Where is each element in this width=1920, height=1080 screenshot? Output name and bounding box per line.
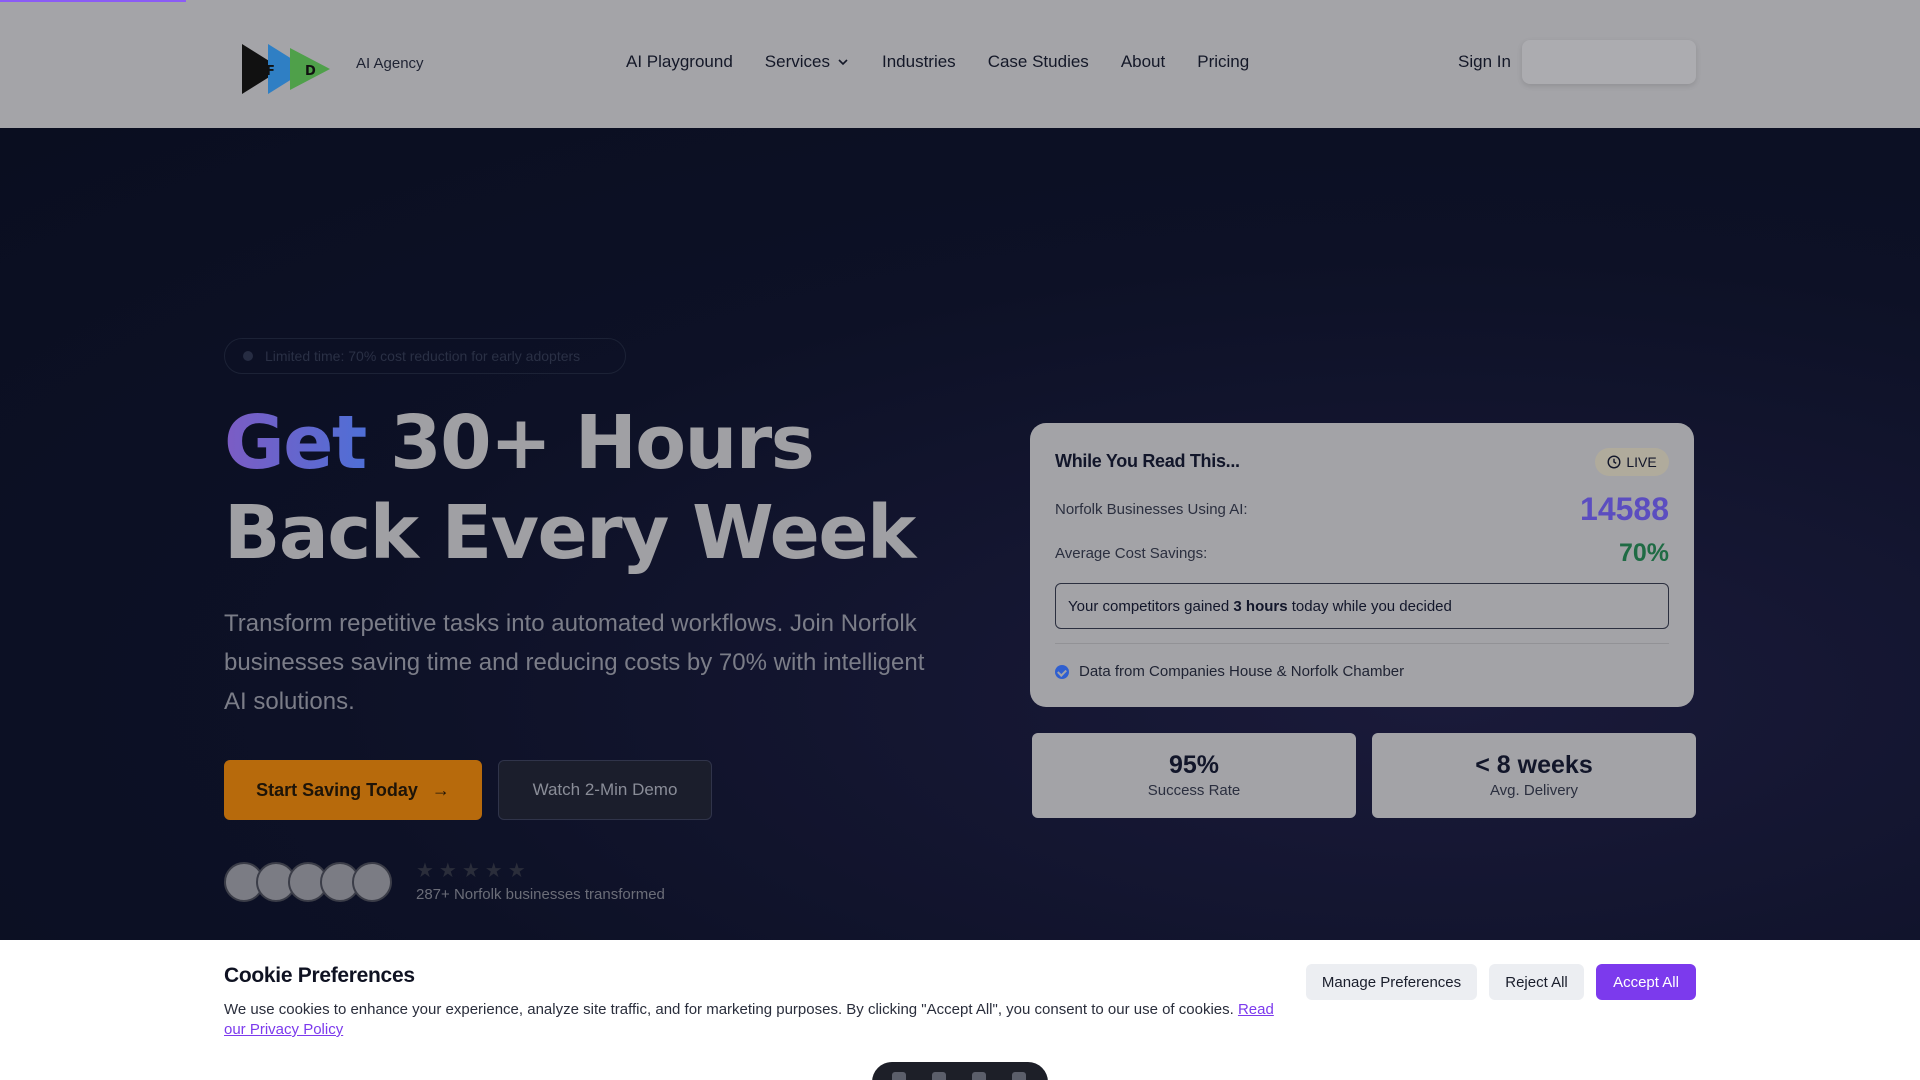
start-saving-label: Start Saving Today	[256, 779, 418, 800]
logo[interactable]: F D	[238, 42, 332, 96]
competitor-hours: 3 hours	[1233, 597, 1288, 615]
divider	[1055, 643, 1669, 644]
nav-label: Industries	[881, 52, 956, 71]
live-badge: LIVE	[1595, 448, 1669, 476]
manage-preferences-button[interactable]: Manage Preferences	[1306, 964, 1477, 1000]
nav-about[interactable]: About	[1121, 52, 1165, 72]
metric-label: Norfolk Businesses Using AI:	[1055, 501, 1248, 518]
logo-tagline: AI Agency	[356, 55, 424, 72]
start-saving-button[interactable]: Start Saving Today →	[224, 760, 482, 820]
hero-headline: Get 30+ Hours Back Every Week	[224, 398, 984, 578]
stat-label: Success Rate	[1147, 782, 1241, 799]
floating-toolbar[interactable]	[872, 1062, 1048, 1080]
stat-value: < 8 weeks	[1475, 751, 1593, 779]
toolbar-tool-icon[interactable]	[972, 1072, 986, 1080]
header-cta-button[interactable]	[1522, 40, 1696, 84]
headline-accent: Get	[224, 400, 367, 486]
nav-label: AI Playground	[626, 52, 733, 71]
cookie-title: Cookie Preferences	[224, 964, 415, 987]
toolbar-tool-icon[interactable]	[892, 1072, 906, 1080]
live-badge-label: LIVE	[1626, 454, 1657, 470]
avatar	[352, 862, 392, 902]
cookie-text: We use cookies to enhance your experienc…	[224, 1000, 1284, 1040]
stat-label: Avg. Delivery	[1489, 782, 1579, 799]
logo-letter-f: F	[266, 64, 275, 79]
toolbar-settings-icon[interactable]	[1012, 1072, 1026, 1080]
metric-row: Average Cost Savings: 70%	[1055, 539, 1669, 568]
stat-card-success-rate: 95% Success Rate	[1032, 733, 1356, 818]
hero-subtext: Transform repetitive tasks into automate…	[224, 610, 925, 715]
cookie-body: We use cookies to enhance your experienc…	[224, 1001, 1238, 1018]
nav-industries[interactable]: Industries	[882, 52, 956, 72]
clock-icon	[243, 351, 253, 361]
rating-stars-icon: ★★★★★	[416, 860, 531, 882]
social-proof-text: 287+ Norfolk businesses transformed	[416, 886, 665, 903]
logo-letter-d: D	[305, 64, 316, 79]
chevron-down-icon	[838, 59, 848, 66]
reject-all-button[interactable]: Reject All	[1489, 964, 1584, 1000]
watch-demo-label: Watch 2-Min Demo	[532, 780, 678, 799]
metric-value: 70%	[1618, 539, 1669, 567]
arrow-right-icon: →	[431, 779, 450, 800]
competitor-suffix: today while you decided	[1287, 597, 1452, 615]
stat-value: 95%	[1168, 751, 1220, 779]
nav-label: Services	[764, 52, 830, 71]
data-source-text: Data from Companies House & Norfolk Cham…	[1079, 663, 1405, 680]
promo-badge-text: Limited time: 70% cost reduction for ear…	[265, 348, 581, 364]
stat-card-delivery: < 8 weeks Avg. Delivery	[1372, 733, 1696, 818]
metric-row: Norfolk Businesses Using AI: 14588	[1055, 491, 1669, 528]
metric-value: 14588	[1580, 491, 1669, 527]
data-source: Data from Companies House & Norfolk Cham…	[1055, 663, 1404, 680]
main-nav: AI Playground Services Industries Case S…	[626, 52, 1281, 72]
live-card-title: While You Read This...	[1055, 451, 1240, 471]
page-progress-bar	[0, 0, 186, 2]
accept-all-button[interactable]: Accept All	[1596, 964, 1696, 1000]
competitor-prefix: Your competitors gained	[1068, 597, 1234, 615]
site-header: F D AI Agency AI Playground Services Ind…	[0, 0, 1920, 128]
nav-label: Pricing	[1197, 52, 1250, 71]
check-circle-icon	[1055, 664, 1069, 679]
metric-label: Average Cost Savings:	[1055, 545, 1208, 562]
nav-case-studies[interactable]: Case Studies	[988, 52, 1089, 72]
toolbar-tool-icon[interactable]	[932, 1072, 946, 1080]
nav-label: About	[1120, 52, 1166, 71]
cookie-banner: Cookie Preferences We use cookies to enh…	[0, 940, 1920, 1080]
clock-icon	[1607, 455, 1621, 469]
sign-in-link[interactable]: Sign In	[1458, 52, 1511, 72]
nav-services[interactable]: Services	[765, 52, 850, 72]
promo-badge: Limited time: 70% cost reduction for ear…	[224, 338, 626, 374]
nav-pricing[interactable]: Pricing	[1197, 52, 1249, 72]
nav-label: Case Studies	[987, 52, 1089, 71]
live-stats-card: While You Read This... LIVE Norfolk Busi…	[1030, 423, 1694, 707]
competitor-callout: Your competitors gained 3 hours today wh…	[1055, 583, 1669, 629]
customer-avatars	[224, 862, 394, 902]
nav-ai-playground[interactable]: AI Playground	[626, 52, 733, 72]
logo-mark-icon: F D	[242, 44, 330, 94]
watch-demo-button[interactable]: Watch 2-Min Demo	[498, 760, 712, 820]
